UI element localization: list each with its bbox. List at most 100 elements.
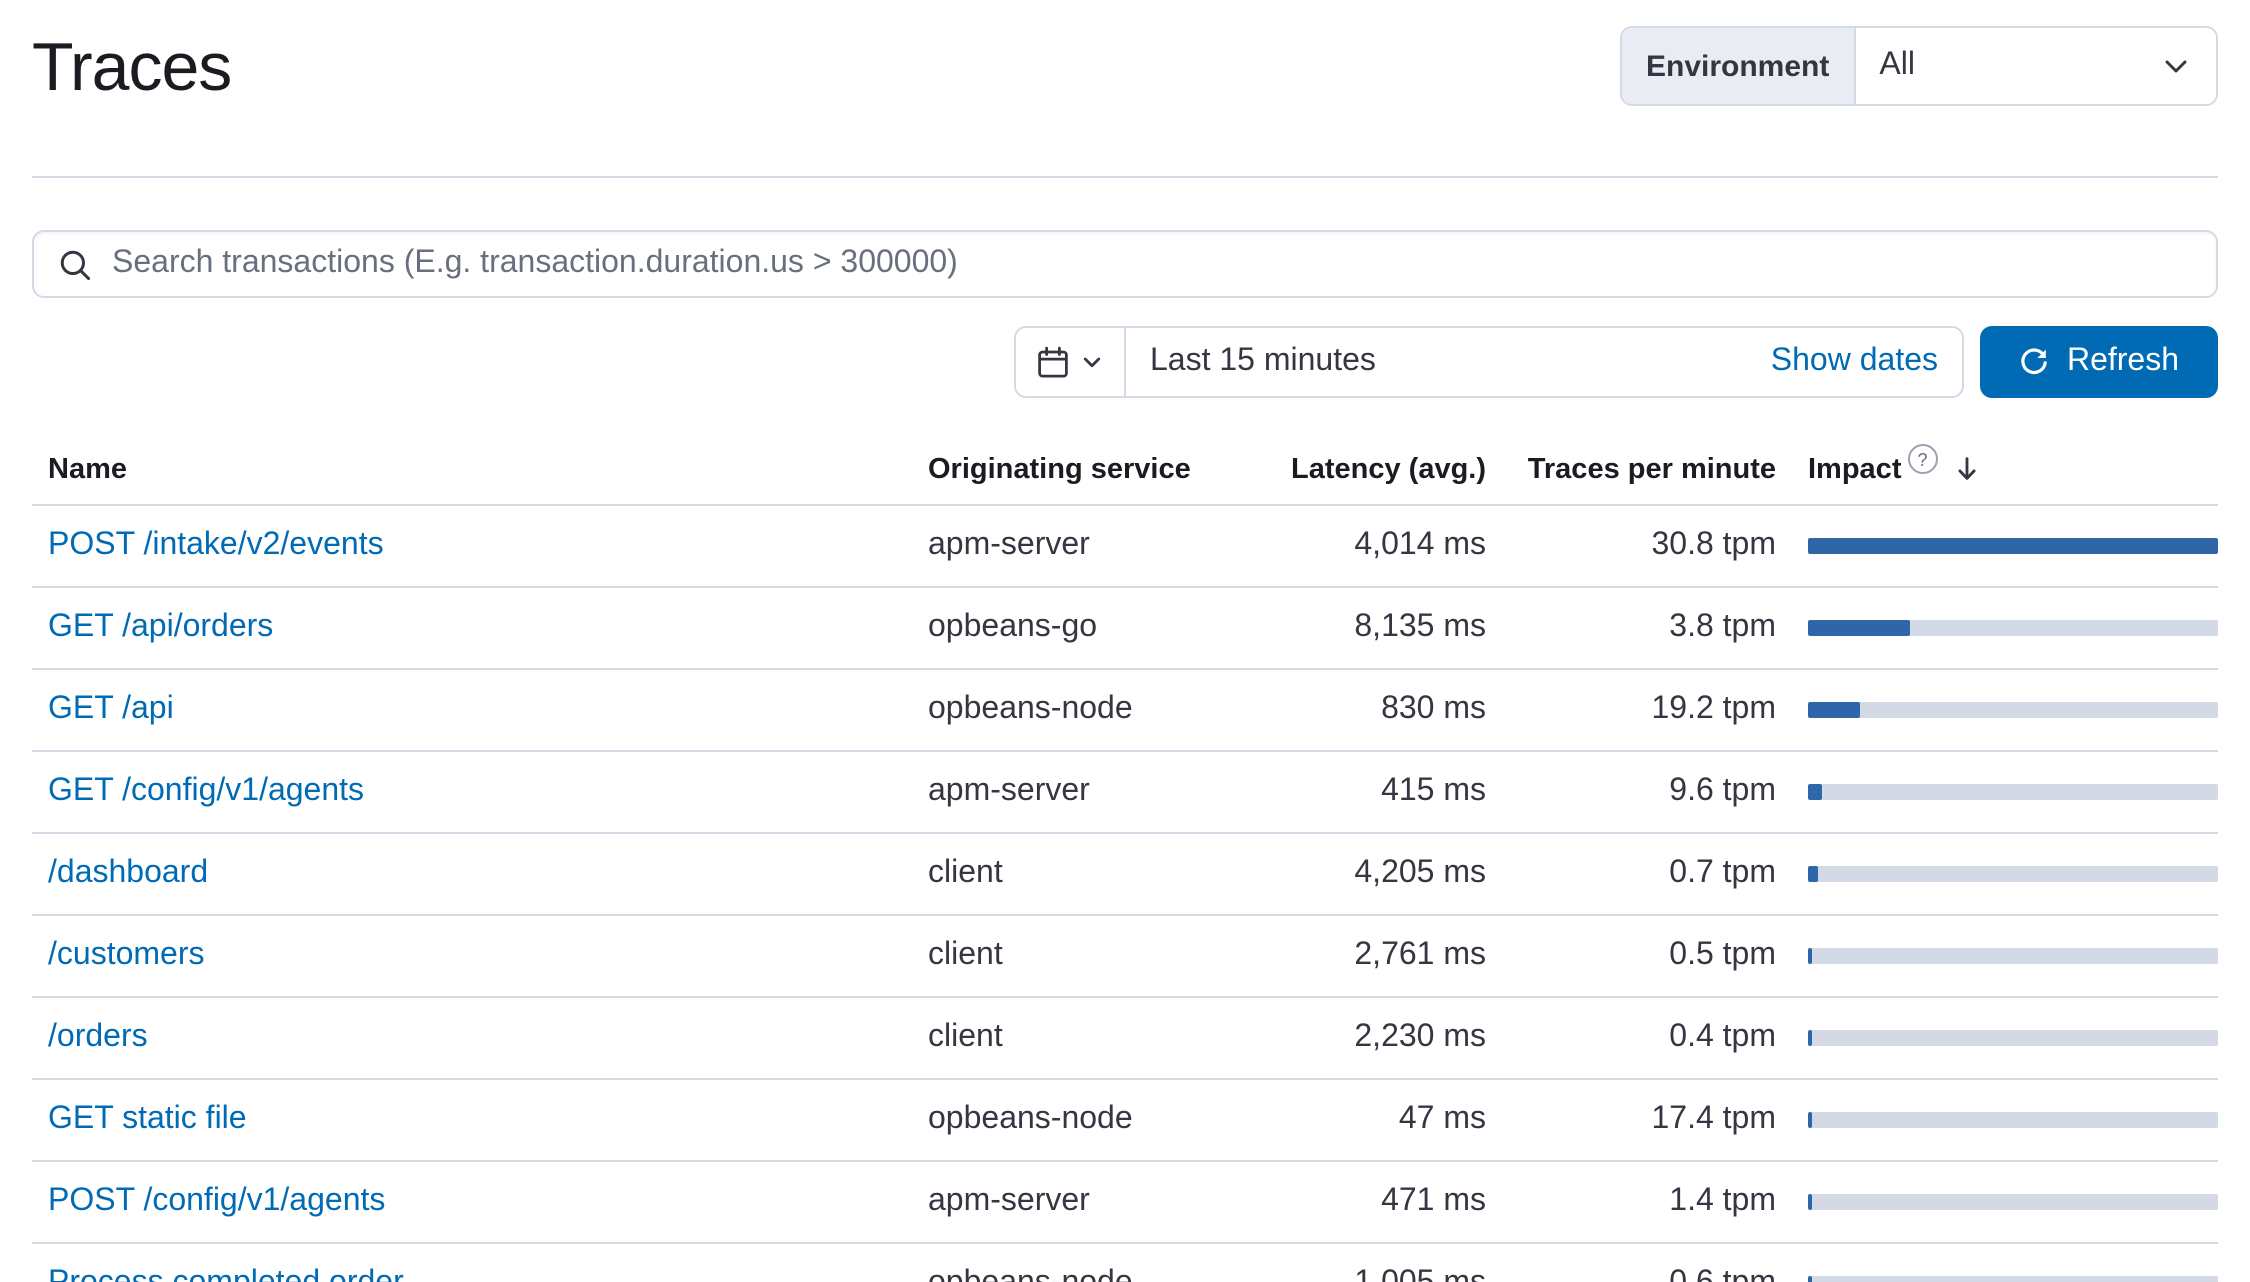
environment-select[interactable]: All xyxy=(1855,28,2216,104)
table-row: GET static file opbeans-node 47 ms 17.4 … xyxy=(32,1080,2218,1162)
impact-cell xyxy=(1808,866,2218,882)
column-header-impact[interactable]: Impact ? xyxy=(1808,453,2218,485)
trace-name-link[interactable]: GET /api xyxy=(48,692,174,726)
environment-value: All xyxy=(1879,48,1915,84)
table-row: Process completed order opbeans-node 1,0… xyxy=(32,1244,2218,1282)
tpm-cell: 0.4 tpm xyxy=(1486,1020,1776,1056)
trace-name-link[interactable]: GET /api/orders xyxy=(48,610,273,644)
column-header-latency[interactable]: Latency (avg.) xyxy=(1232,453,1486,485)
impact-bar-fill xyxy=(1808,866,1818,882)
date-range-value[interactable]: Last 15 minutes xyxy=(1126,344,1747,380)
impact-bar-fill xyxy=(1808,1194,1812,1210)
impact-bar-track xyxy=(1808,1276,2218,1282)
trace-name-link[interactable]: /orders xyxy=(48,1020,148,1054)
impact-bar-track xyxy=(1808,620,2218,636)
impact-bar-track xyxy=(1808,1194,2218,1210)
impact-bar-track xyxy=(1808,948,2218,964)
service-cell: apm-server xyxy=(912,528,1232,564)
table-row: POST /intake/v2/events apm-server 4,014 … xyxy=(32,506,2218,588)
column-header-service[interactable]: Originating service xyxy=(912,453,1232,485)
service-cell: opbeans-node xyxy=(912,692,1232,728)
latency-cell: 415 ms xyxy=(1232,774,1486,810)
impact-cell xyxy=(1808,1030,2218,1046)
service-cell: client xyxy=(912,856,1232,892)
table-row: /customers client 2,761 ms 0.5 tpm xyxy=(32,916,2218,998)
table-row: GET /config/v1/agents apm-server 415 ms … xyxy=(32,752,2218,834)
search-input[interactable] xyxy=(112,246,2192,282)
trace-name-link[interactable]: POST /intake/v2/events xyxy=(48,528,384,562)
column-header-name[interactable]: Name xyxy=(32,453,912,485)
impact-bar-track xyxy=(1808,702,2218,718)
impact-bar-fill xyxy=(1808,702,1861,718)
latency-cell: 2,230 ms xyxy=(1232,1020,1486,1056)
trace-name-link[interactable]: /customers xyxy=(48,938,205,972)
trace-name-link[interactable]: POST /config/v1/agents xyxy=(48,1184,385,1218)
page-title: Traces xyxy=(32,26,231,110)
service-cell: opbeans-go xyxy=(912,610,1232,646)
trace-name-link[interactable]: GET static file xyxy=(48,1102,247,1136)
table-row: GET /api/orders opbeans-go 8,135 ms 3.8 … xyxy=(32,588,2218,670)
trace-name-link[interactable]: GET /config/v1/agents xyxy=(48,774,364,808)
service-cell: opbeans-node xyxy=(912,1266,1232,1282)
service-cell: client xyxy=(912,1020,1232,1056)
tpm-cell: 19.2 tpm xyxy=(1486,692,1776,728)
table-row: POST /config/v1/agents apm-server 471 ms… xyxy=(32,1162,2218,1244)
refresh-icon xyxy=(2019,346,2051,378)
table-row: /orders client 2,230 ms 0.4 tpm xyxy=(32,998,2218,1080)
impact-bar-fill xyxy=(1808,784,1821,800)
impact-bar-fill xyxy=(1808,1030,1812,1046)
impact-header-label: Impact xyxy=(1808,453,1902,485)
trace-name-link[interactable]: Process completed order xyxy=(48,1266,404,1282)
header-divider xyxy=(32,176,2218,178)
table-body: POST /intake/v2/events apm-server 4,014 … xyxy=(32,506,2218,1282)
refresh-button[interactable]: Refresh xyxy=(1980,326,2218,398)
impact-bar-fill xyxy=(1808,538,2218,554)
service-cell: opbeans-node xyxy=(912,1102,1232,1138)
impact-cell xyxy=(1808,620,2218,636)
latency-cell: 471 ms xyxy=(1232,1184,1486,1220)
impact-bar-track xyxy=(1808,866,2218,882)
latency-cell: 830 ms xyxy=(1232,692,1486,728)
latency-cell: 4,014 ms xyxy=(1232,528,1486,564)
impact-bar-track xyxy=(1808,1112,2218,1128)
impact-bar-track xyxy=(1808,538,2218,554)
traces-table: Name Originating service Latency (avg.) … xyxy=(32,434,2218,1282)
table-row: /dashboard client 4,205 ms 0.7 tpm xyxy=(32,834,2218,916)
impact-bar-track xyxy=(1808,784,2218,800)
latency-cell: 2,761 ms xyxy=(1232,938,1486,974)
tpm-cell: 17.4 tpm xyxy=(1486,1102,1776,1138)
impact-cell xyxy=(1808,948,2218,964)
tpm-cell: 0.5 tpm xyxy=(1486,938,1776,974)
service-cell: client xyxy=(912,938,1232,974)
date-picker: Last 15 minutes Show dates xyxy=(1014,326,1964,398)
tpm-cell: 30.8 tpm xyxy=(1486,528,1776,564)
impact-cell xyxy=(1808,1194,2218,1210)
show-dates-link[interactable]: Show dates xyxy=(1747,344,1962,380)
latency-cell: 8,135 ms xyxy=(1232,610,1486,646)
traces-page: Traces Environment All La xyxy=(0,0,2250,1282)
help-icon[interactable]: ? xyxy=(1908,444,1938,474)
latency-cell: 1,005 ms xyxy=(1232,1266,1486,1282)
search-icon xyxy=(58,247,92,281)
calendar-icon xyxy=(1036,345,1070,379)
trace-name-link[interactable]: /dashboard xyxy=(48,856,208,890)
table-header: Name Originating service Latency (avg.) … xyxy=(32,434,2218,506)
impact-bar-fill xyxy=(1808,948,1813,964)
latency-cell: 47 ms xyxy=(1232,1102,1486,1138)
table-row: GET /api opbeans-node 830 ms 19.2 tpm xyxy=(32,670,2218,752)
refresh-label: Refresh xyxy=(2067,344,2179,380)
sort-desc-icon[interactable] xyxy=(1952,454,1982,484)
tpm-cell: 0.7 tpm xyxy=(1486,856,1776,892)
date-controls: Last 15 minutes Show dates Refresh xyxy=(32,326,2218,398)
impact-cell xyxy=(1808,538,2218,554)
page-header: Traces Environment All xyxy=(32,0,2218,110)
column-header-tpm[interactable]: Traces per minute xyxy=(1486,453,1776,485)
impact-cell xyxy=(1808,702,2218,718)
chevron-down-icon xyxy=(1080,350,1104,374)
quick-select-button[interactable] xyxy=(1016,328,1126,396)
service-cell: apm-server xyxy=(912,1184,1232,1220)
tpm-cell: 3.8 tpm xyxy=(1486,610,1776,646)
search-bar xyxy=(32,230,2218,298)
latency-cell: 4,205 ms xyxy=(1232,856,1486,892)
impact-bar-fill xyxy=(1808,620,1911,636)
